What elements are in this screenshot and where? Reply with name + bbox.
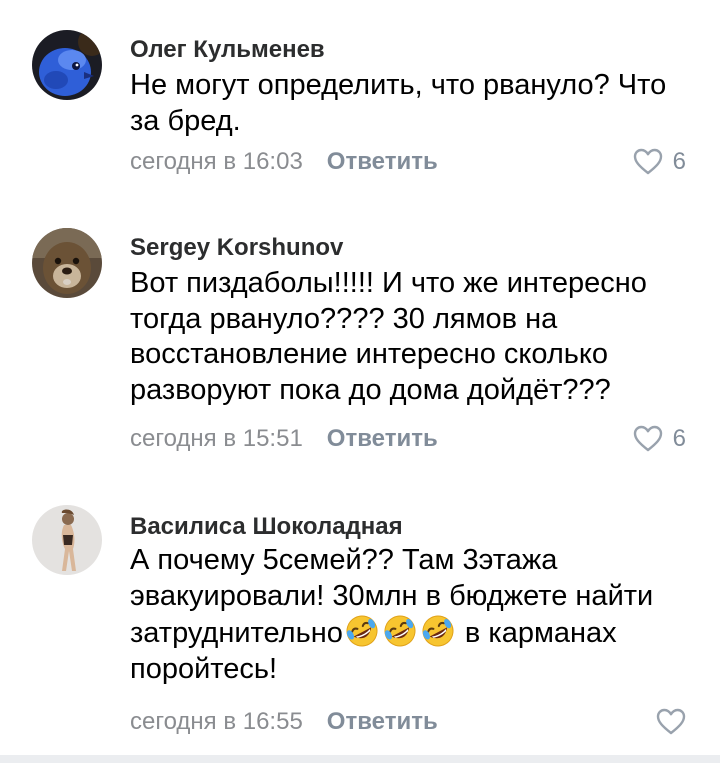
comment-text: Не могут определить, что рвануло? Что за… xyxy=(130,69,667,137)
comment-time: сегодня в 16:55 xyxy=(130,708,303,735)
bottom-divider xyxy=(0,755,720,763)
woman-figure-avatar-icon xyxy=(32,505,102,575)
avatar[interactable] xyxy=(32,228,102,298)
avatar[interactable] xyxy=(32,30,102,100)
comment-meta: сегодня в 15:51 Ответить xyxy=(130,424,438,454)
comment-author[interactable]: Василиса Шоколадная xyxy=(130,513,403,541)
heart-icon xyxy=(656,708,686,735)
blue-bird-avatar-icon xyxy=(32,30,102,100)
like-button[interactable]: 6 xyxy=(633,424,686,454)
otter-avatar-icon xyxy=(32,228,102,298)
comment-meta: сегодня в 16:55 Ответить xyxy=(130,707,438,737)
comment-author[interactable]: Олег Кульменев xyxy=(130,36,325,64)
heart-icon xyxy=(633,148,662,175)
rolling-on-floor-laughing-icon xyxy=(384,615,416,647)
comment-time: сегодня в 16:03 xyxy=(130,148,303,175)
comment-time: сегодня в 15:51 xyxy=(130,425,303,452)
avatar[interactable] xyxy=(32,505,102,575)
comment-text: А почему 5семей?? Там 3этажа эвакуировал… xyxy=(130,543,695,687)
reply-button[interactable]: Ответить xyxy=(327,425,438,453)
heart-icon xyxy=(633,425,662,452)
like-button[interactable] xyxy=(656,707,686,737)
like-count: 6 xyxy=(672,148,686,175)
reply-button[interactable]: Ответить xyxy=(327,708,438,736)
reply-button[interactable]: Ответить xyxy=(327,148,438,176)
like-count: 6 xyxy=(672,425,686,452)
comment-meta: сегодня в 16:03 Ответить xyxy=(130,147,438,177)
comment-text: Вот пиздаболы!!!!! И что же интересно то… xyxy=(130,267,647,406)
comment-author[interactable]: Sergey Korshunov xyxy=(130,234,343,262)
rolling-on-floor-laughing-icon xyxy=(346,615,378,647)
like-button[interactable]: 6 xyxy=(633,147,686,177)
rolling-on-floor-laughing-icon xyxy=(422,615,454,647)
